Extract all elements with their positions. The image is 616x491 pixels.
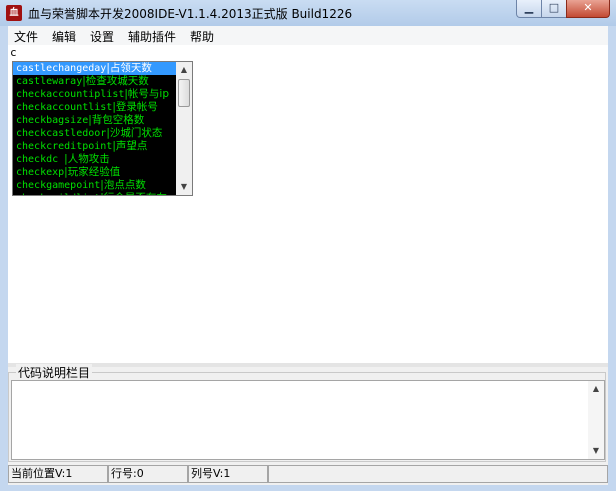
autocomplete-description: |行会是否存在 [100, 192, 167, 195]
scroll-up-icon[interactable]: ▲ [176, 62, 192, 78]
app-window: 血 血与荣誉脚本开发2008IDE-V1.1.4.2013正式版 Build12… [0, 0, 616, 491]
maximize-button[interactable]: □ [541, 0, 567, 18]
close-button[interactable]: ✕ [566, 0, 610, 18]
menu-bar: 文件 编辑 设置 辅助插件 帮助 [8, 26, 608, 45]
description-label: 代码说明栏目 [16, 364, 93, 381]
autocomplete-item[interactable]: checkcreditpoint|声望点 [13, 140, 176, 153]
status-column: 列号V:1 [188, 465, 268, 483]
autocomplete-keyword: checkbagsize [16, 115, 89, 126]
autocomplete-keyword: checkcreditpoint [16, 141, 113, 152]
autocomplete-popup[interactable]: castlechangeday|占领天数 castlewaray|检查攻城天数 ch… [12, 61, 193, 196]
splitter[interactable] [8, 363, 608, 367]
title-bar[interactable]: 血 血与荣誉脚本开发2008IDE-V1.1.4.2013正式版 Build12… [0, 0, 616, 26]
autocomplete-item[interactable]: checkcastledoor|沙城门状态 [13, 127, 176, 140]
autocomplete-description: |背包空格数 [88, 114, 145, 126]
autocomplete-item[interactable]: checkdc |人物攻击 [13, 153, 176, 166]
autocomplete-keyword: checkexp [16, 167, 65, 178]
autocomplete-keyword: castlewaray [16, 76, 83, 87]
autocomplete-keyword: checkdc [16, 154, 65, 165]
autocomplete-list[interactable]: castlechangeday|占领天数 castlewaray|检查攻城天数 ch… [13, 62, 176, 195]
description-scrollbar[interactable]: ▲ ▼ [588, 381, 604, 459]
scroll-down-icon[interactable]: ▼ [176, 179, 192, 195]
autocomplete-description: |玩家经验值 [64, 166, 121, 178]
autocomplete-item[interactable]: castlechangeday|占领天数 [13, 62, 176, 75]
autocomplete-item[interactable]: castlewaray|检查攻城天数 [13, 75, 176, 88]
desc-scroll-up-icon[interactable]: ▲ [588, 381, 604, 397]
menu-help[interactable]: 帮助 [190, 28, 214, 45]
autocomplete-item[interactable]: checkbagsize|背包空格数 [13, 114, 176, 127]
autocomplete-description: |登录帐号 [112, 101, 158, 113]
scroll-thumb[interactable] [178, 79, 190, 107]
description-textarea[interactable]: ▲ ▼ [11, 380, 605, 460]
status-line: 行号:0 [108, 465, 188, 483]
minimize-button[interactable]: ▁ [516, 0, 542, 18]
menu-settings[interactable]: 设置 [90, 28, 114, 45]
menu-edit[interactable]: 编辑 [52, 28, 76, 45]
window-title: 血与荣誉脚本开发2008IDE-V1.1.4.2013正式版 Build1226 [28, 7, 353, 21]
window-frame-bottom [0, 485, 616, 491]
autocomplete-keyword: castlechangeday [16, 63, 107, 74]
autocomplete-scrollbar[interactable]: ▲ ▼ [176, 62, 192, 195]
autocomplete-keyword: checkcastledoor [16, 128, 107, 139]
autocomplete-description: |人物攻击 [64, 153, 110, 165]
autocomplete-item[interactable]: checkgamepoint|泡点点数 [13, 179, 176, 192]
autocomplete-keyword: checkguildlist [16, 193, 100, 195]
desc-scroll-down-icon[interactable]: ▼ [588, 443, 604, 459]
autocomplete-item[interactable]: checkaccountiplist|帐号与ip [13, 88, 176, 101]
status-bar: 当前位置V:1 行号:0 列号V:1 [8, 465, 608, 485]
menu-file[interactable]: 文件 [14, 28, 38, 45]
status-extra [268, 465, 608, 483]
autocomplete-description: |检查攻城天数 [82, 75, 149, 87]
status-position: 当前位置V:1 [8, 465, 108, 483]
autocomplete-item[interactable]: checkexp|玩家经验值 [13, 166, 176, 179]
window-frame-left [0, 26, 8, 491]
menu-plugins[interactable]: 辅助插件 [128, 28, 176, 45]
editor-text[interactable]: c [10, 46, 17, 59]
autocomplete-description: |声望点 [112, 140, 148, 152]
autocomplete-item[interactable]: checkguildlist|行会是否存在 [13, 192, 176, 195]
autocomplete-description: |帐号与ip [124, 88, 169, 100]
autocomplete-item[interactable]: checkaccountlist|登录帐号 [13, 101, 176, 114]
autocomplete-keyword: checkaccountiplist [16, 89, 125, 100]
autocomplete-keyword: checkaccountlist [16, 102, 113, 113]
window-frame-right [608, 26, 616, 491]
autocomplete-keyword: checkgamepoint [16, 180, 101, 191]
autocomplete-description: |沙城门状态 [106, 127, 163, 139]
app-logo-icon: 血 [6, 5, 22, 21]
autocomplete-description: |泡点点数 [100, 179, 146, 191]
autocomplete-description: |占领天数 [106, 62, 152, 74]
